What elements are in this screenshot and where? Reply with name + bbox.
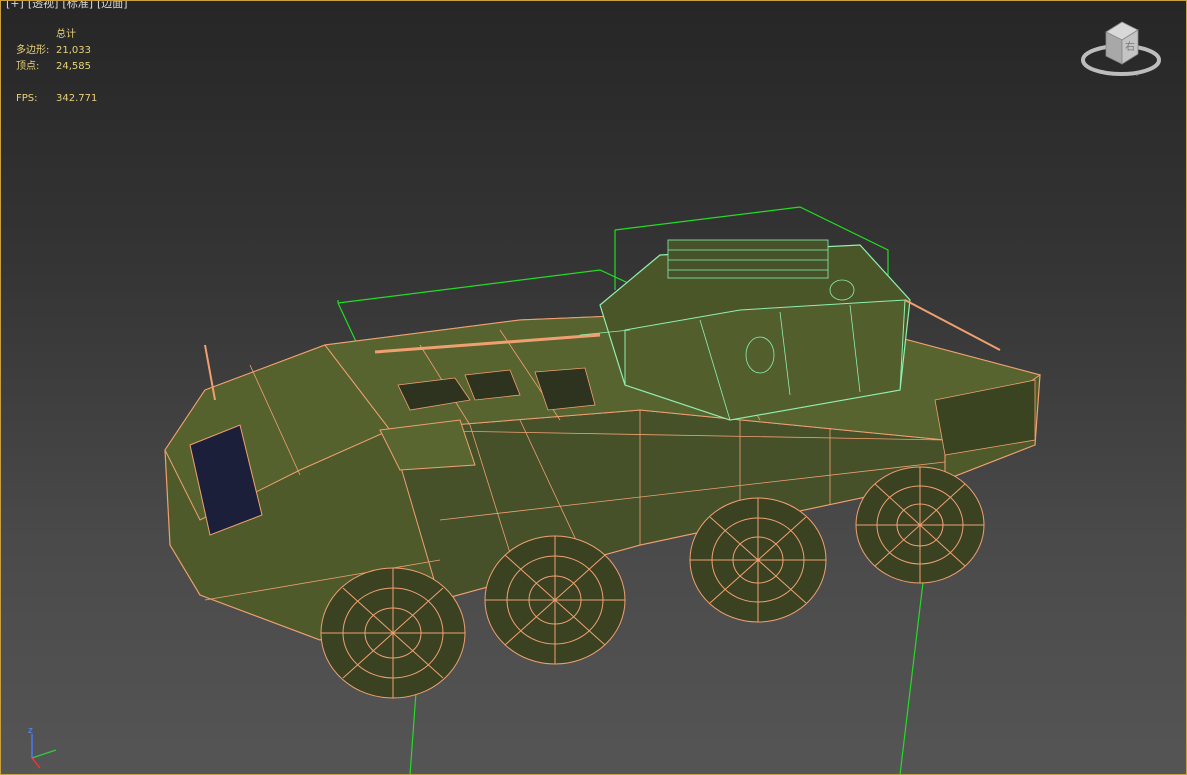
vertices-label: 顶点: <box>16 61 40 72</box>
vertices-value: 24,585 <box>56 61 91 72</box>
viewport-display-mode-menu[interactable]: [边面] <box>97 0 128 10</box>
fps-label: FPS: <box>16 93 38 104</box>
viewport-plus-menu[interactable]: [+] <box>6 0 24 10</box>
svg-text:·: · <box>1136 73 1138 80</box>
polygons-label: 多边形: <box>16 45 50 56</box>
viewcube-face-label: 右 <box>1125 40 1135 53</box>
viewcube-icon[interactable]: 右 · · <box>1078 18 1164 82</box>
axis-tripod-icon: z <box>28 726 57 769</box>
viewport-statistics: 总计 多边形: 21,033 顶点: 24,585 FPS: 342.771 <box>16 27 97 107</box>
stats-header: 总计 <box>56 29 76 40</box>
polygons-value: 21,033 <box>56 45 91 56</box>
viewport-shading-menu[interactable]: [标准] <box>62 0 93 10</box>
fps-value: 342.771 <box>56 93 98 104</box>
viewport-scene[interactable] <box>0 0 1187 775</box>
axis-z-label: z <box>28 726 33 736</box>
viewport-view-menu[interactable]: [透视] <box>28 0 59 10</box>
viewport-label-menu: [+] [透视] [标准] [边面] <box>6 0 132 11</box>
svg-text:·: · <box>1083 59 1085 66</box>
